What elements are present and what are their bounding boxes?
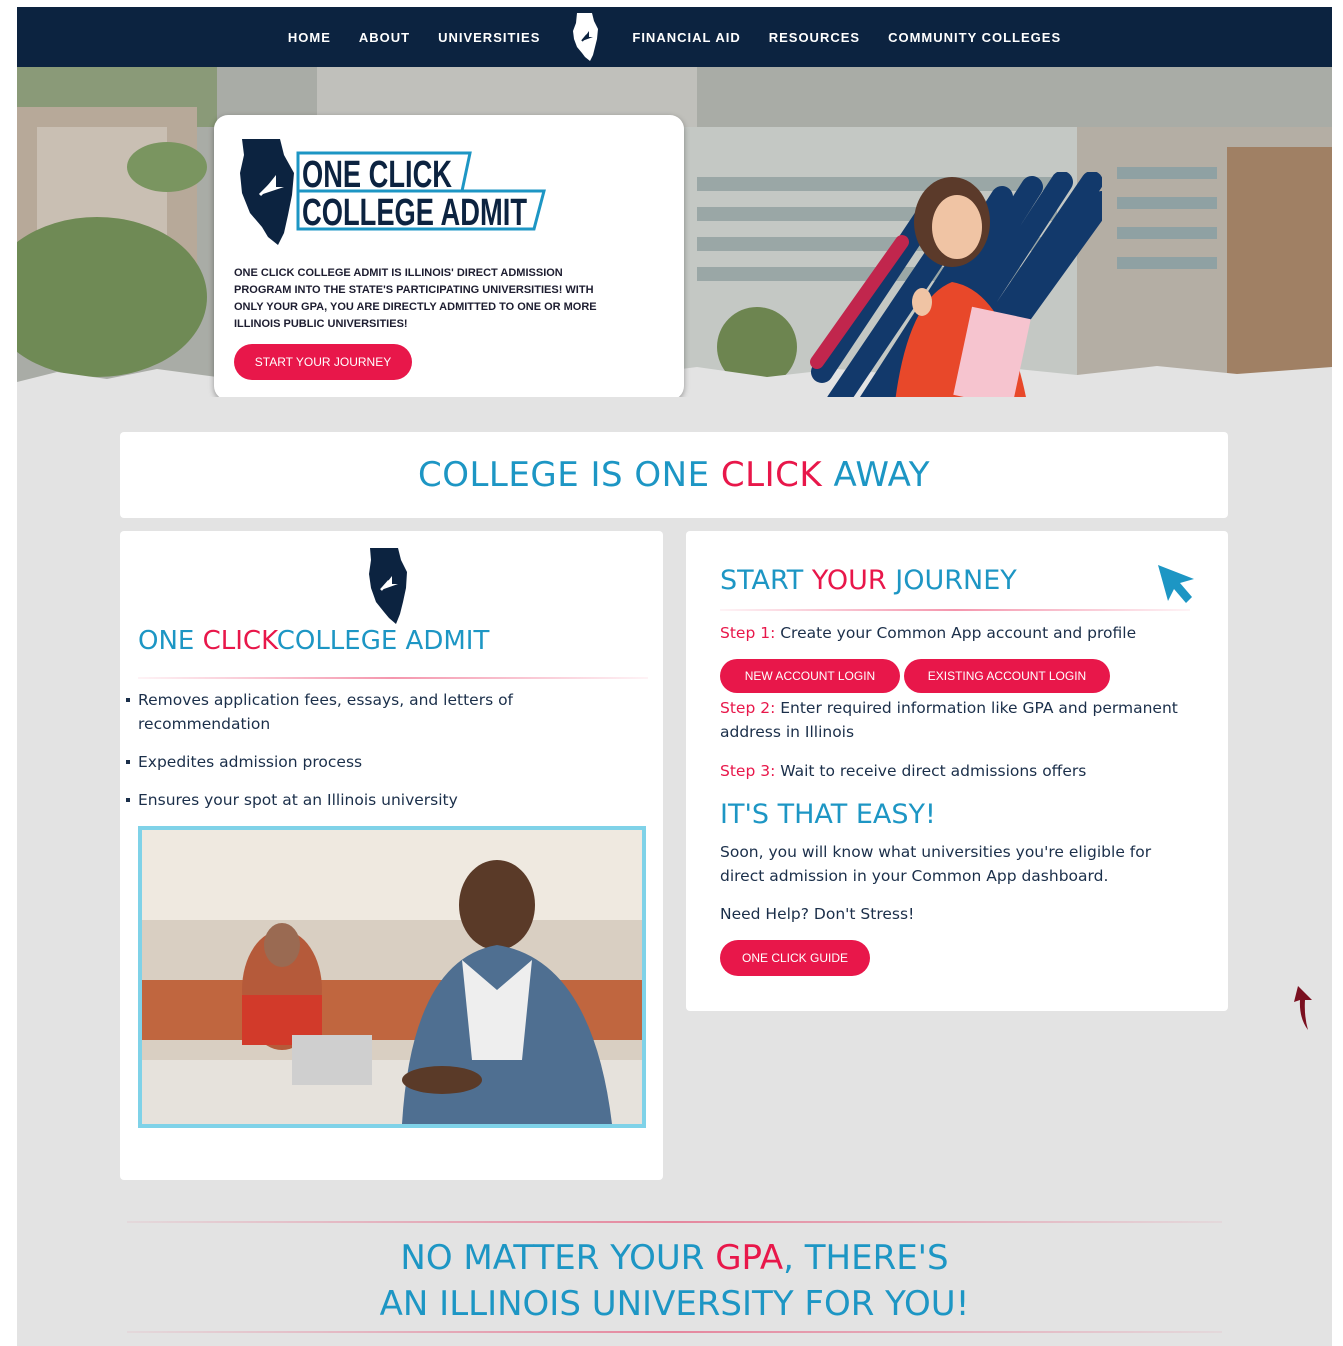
hero-card: ONE CLICK COLLEGE ADMIT ONE CLICK COLLEG… — [214, 115, 684, 397]
divider — [127, 1221, 1222, 1223]
divider — [138, 677, 648, 679]
nav-home[interactable]: HOME — [288, 30, 331, 45]
hero-description: ONE CLICK COLLEGE ADMIT IS ILLINOIS' DIR… — [234, 267, 597, 330]
step-1-text: Create your Common App account and profi… — [775, 624, 1137, 642]
program-title-part1: ONE — [138, 626, 203, 656]
cursor-arrow-icon — [1158, 565, 1194, 603]
nav-financial-aid[interactable]: FINANCIAL AID — [632, 30, 740, 45]
bottom-gpa: GPA — [715, 1238, 784, 1278]
nav-about[interactable]: ABOUT — [359, 30, 410, 45]
tagline-part3: AWAY — [822, 455, 931, 495]
bottom-line1-part1: NO MATTER YOUR — [400, 1238, 716, 1278]
nav-universities[interactable]: UNIVERSITIES — [438, 30, 540, 45]
bottom-heading-line2: AN ILLINOIS UNIVERSITY FOR YOU! — [379, 1284, 970, 1324]
benefit-item: Removes application fees, essays, and le… — [126, 688, 566, 736]
scroll-arrow-icon[interactable] — [1290, 982, 1316, 1032]
journey-card: START YOUR JOURNEY Step 1: Create your C… — [686, 531, 1228, 1011]
bottom-heading: NO MATTER YOUR GPA, THERE'S AN ILLINOIS … — [127, 1235, 1222, 1327]
one-click-guide-button[interactable]: ONE CLICK GUIDE — [720, 940, 870, 976]
tagline-part1: COLLEGE IS ONE — [417, 455, 721, 495]
step-3: Step 3: Wait to receive direct admission… — [720, 759, 1200, 783]
soon-text: Soon, you will know what universities yo… — [720, 843, 1152, 885]
journey-title: START YOUR JOURNEY — [720, 565, 1017, 596]
page: HOME ABOUT UNIVERSITIES FINANCIAL AID RE… — [17, 7, 1332, 1346]
step-1-label: Step 1: — [720, 624, 776, 642]
illinois-state-icon — [369, 548, 407, 624]
program-title: ONE CLICKCOLLEGE ADMIT — [138, 626, 489, 656]
start-your-journey-button[interactable]: START YOUR JOURNEY — [234, 344, 412, 380]
existing-account-login-button[interactable]: EXISTING ACCOUNT LOGIN — [904, 659, 1110, 693]
logo-line-2: COLLEGE ADMIT — [302, 192, 527, 234]
illinois-state-logo-icon[interactable] — [568, 11, 604, 63]
step-2: Step 2: Enter required information like … — [720, 696, 1200, 744]
student-classroom-photo — [138, 826, 646, 1128]
divider — [127, 1331, 1222, 1333]
step-2-label: Step 2: — [720, 699, 776, 717]
top-nav: HOME ABOUT UNIVERSITIES FINANCIAL AID RE… — [17, 7, 1332, 67]
step-2-text: Enter required information like GPA and … — [720, 699, 1178, 741]
benefit-item: Ensures your spot at an Illinois univers… — [126, 788, 566, 812]
easy-heading: IT'S THAT EASY! — [720, 799, 936, 830]
new-account-login-button[interactable]: NEW ACCOUNT LOGIN — [720, 659, 900, 693]
one-click-college-admit-logo: ONE CLICK COLLEGE ADMIT — [240, 139, 546, 245]
bottom-heading-line1: NO MATTER YOUR GPA, THERE'S — [127, 1235, 1222, 1281]
bottom-line1-part3: , THERE'S — [783, 1238, 949, 1278]
journey-title-part3: JOURNEY — [886, 565, 1017, 596]
journey-title-your: YOUR — [811, 565, 887, 596]
nav-resources[interactable]: RESOURCES — [769, 30, 860, 45]
journey-title-part1: START — [720, 565, 812, 596]
benefits-list: Removes application fees, essays, and le… — [126, 688, 566, 826]
step-1: Step 1: Create your Common App account a… — [720, 621, 1200, 645]
student-hero-image — [810, 172, 1102, 397]
divider — [720, 609, 1190, 611]
program-title-click: CLICK — [202, 626, 277, 656]
tagline-click: CLICK — [720, 455, 823, 495]
benefit-item: Expedites admission process — [126, 750, 566, 774]
step-3-text: Wait to receive direct admissions offers — [775, 762, 1087, 780]
program-title-part3: COLLEGE ADMIT — [276, 626, 490, 656]
help-text: Need Help? Don't Stress! — [720, 905, 915, 923]
logo-line-1: ONE CLICK — [302, 154, 452, 196]
nav-community-colleges[interactable]: COMMUNITY COLLEGES — [888, 30, 1061, 45]
tagline-banner: COLLEGE IS ONE CLICK AWAY — [120, 432, 1228, 518]
hero-banner: ONE CLICK COLLEGE ADMIT ONE CLICK COLLEG… — [17, 67, 1332, 397]
step-3-label: Step 3: — [720, 762, 776, 780]
program-info-card: ONE CLICKCOLLEGE ADMIT Removes applicati… — [120, 531, 663, 1180]
